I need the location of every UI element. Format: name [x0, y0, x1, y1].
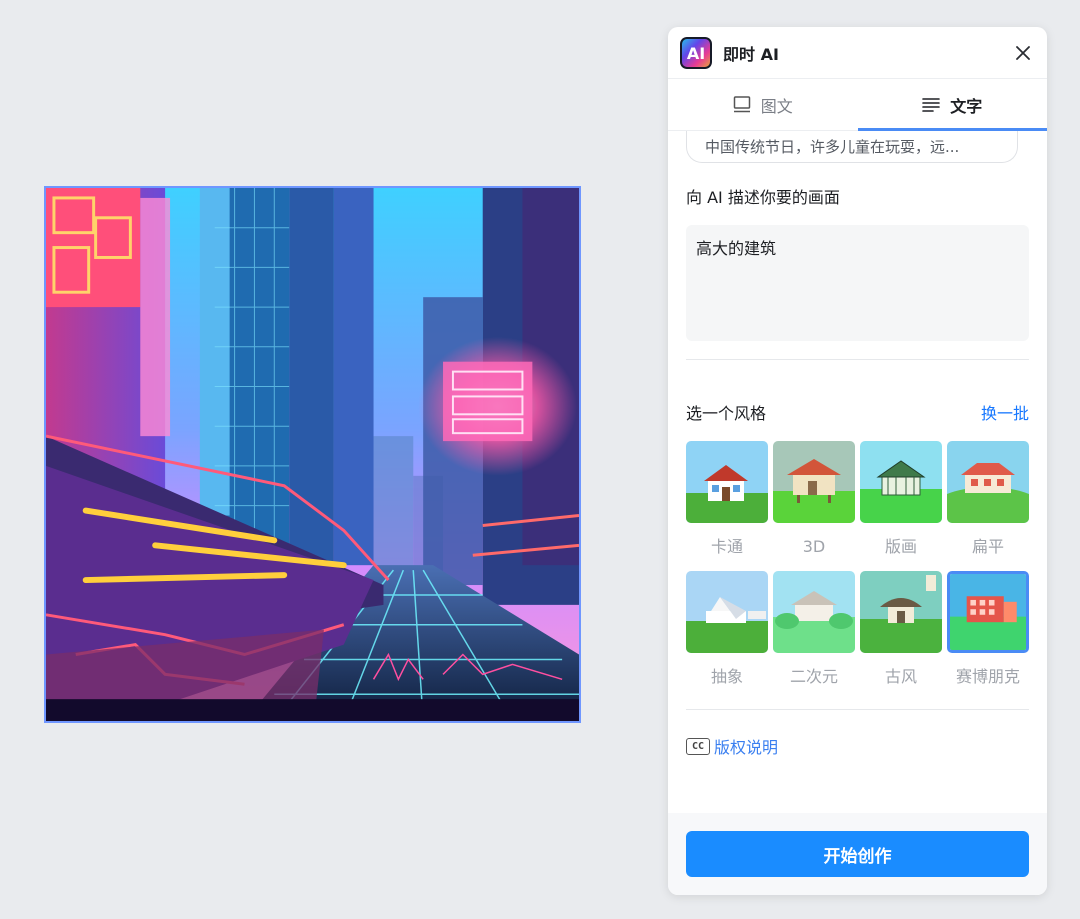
copyright-link[interactable]: CC 版权说明 — [686, 734, 1029, 758]
panel-header: AI 即时 AI — [668, 27, 1047, 79]
close-icon — [1016, 45, 1030, 60]
style-option-anime[interactable]: 二次元 — [773, 571, 855, 701]
style-option-print[interactable]: 版画 — [860, 441, 942, 571]
ai-panel: AI 即时 AI 图文 文字 中国传统节日，许多儿童在玩耍，远... 向 AI … — [668, 27, 1047, 895]
panel-content: 中国传统节日，许多儿童在玩耍，远... 向 AI 描述你要的画面 高大的建筑 选… — [668, 131, 1047, 758]
style-thumbnail — [686, 571, 768, 653]
divider — [686, 709, 1029, 710]
style-name: 卡通 — [710, 537, 743, 556]
style-thumbnail — [773, 441, 855, 523]
prompt-input[interactable]: 高大的建筑 — [686, 225, 1029, 341]
style-thumbnail — [686, 441, 768, 523]
style-name: 3D — [802, 537, 826, 556]
style-thumbnail — [860, 441, 942, 523]
start-create-button[interactable]: 开始创作 — [686, 831, 1029, 877]
style-label: 选一个风格 — [686, 404, 767, 423]
style-option-cartoon[interactable]: 卡通 — [686, 441, 768, 571]
ai-logo: AI — [680, 36, 712, 69]
prompt-suggestion-text: 中国传统节日，许多儿童在玩耍，远... — [705, 138, 960, 156]
flat-house-thumbnail — [947, 441, 1029, 523]
panel-tabs: 图文 文字 — [668, 79, 1047, 131]
style-name: 扁平 — [971, 537, 1004, 556]
style-option-3d[interactable]: 3D — [773, 441, 855, 571]
style-name: 抽象 — [710, 667, 743, 686]
style-name: 古风 — [884, 667, 917, 686]
cyberpunk-city-image — [46, 188, 579, 721]
tab-text[interactable]: 文字 — [857, 79, 1048, 131]
tab-image-text-label: 图文 — [760, 96, 793, 116]
copyright-label: 版权说明 — [714, 738, 779, 757]
tab-text-label: 文字 — [950, 96, 983, 116]
prompt-label: 向 AI 描述你要的画面 — [686, 188, 840, 207]
style-option-flat[interactable]: 扁平 — [947, 441, 1029, 571]
style-name: 二次元 — [789, 667, 838, 686]
style-thumbnail — [773, 571, 855, 653]
style-thumbnail — [860, 571, 942, 653]
ancient-house-thumbnail — [860, 571, 942, 653]
cartoon-house-thumbnail — [686, 441, 768, 523]
panel-title: 即时 AI — [723, 44, 779, 64]
prompt-suggestion-chip[interactable]: 中国传统节日，许多儿童在玩耍，远... — [686, 131, 1018, 163]
tab-image-text[interactable]: 图文 — [668, 79, 858, 130]
monitor-icon — [733, 96, 750, 113]
style-thumbnail-selected — [947, 571, 1029, 653]
cyberpunk-house-thumbnail — [950, 574, 1026, 650]
style-option-ancient[interactable]: 古风 — [860, 571, 942, 701]
svg-text:AI: AI — [687, 44, 705, 63]
print-house-thumbnail — [860, 441, 942, 523]
style-header: 选一个风格 换一批 — [686, 400, 1029, 424]
style-option-cyberpunk[interactable]: 赛博朋克 — [947, 571, 1029, 701]
panel-footer: 开始创作 — [668, 813, 1047, 895]
style-name: 赛博朋克 — [955, 667, 1020, 686]
style-option-abstract[interactable]: 抽象 — [686, 571, 768, 701]
divider — [686, 359, 1029, 360]
style-thumbnail — [947, 441, 1029, 523]
style-name: 版画 — [884, 537, 917, 556]
generated-image[interactable] — [44, 186, 581, 723]
cc-icon: CC — [686, 737, 710, 755]
3d-house-thumbnail — [773, 441, 855, 523]
style-grid: 卡通 3D 版画 扁平 抽象 二次元 古风 赛博朋克 — [686, 441, 1029, 701]
abstract-house-thumbnail — [686, 571, 768, 653]
close-button[interactable] — [1011, 41, 1035, 65]
text-lines-icon — [922, 98, 941, 112]
anime-house-thumbnail — [773, 571, 855, 653]
refresh-styles-button[interactable]: 换一批 — [981, 400, 1029, 424]
